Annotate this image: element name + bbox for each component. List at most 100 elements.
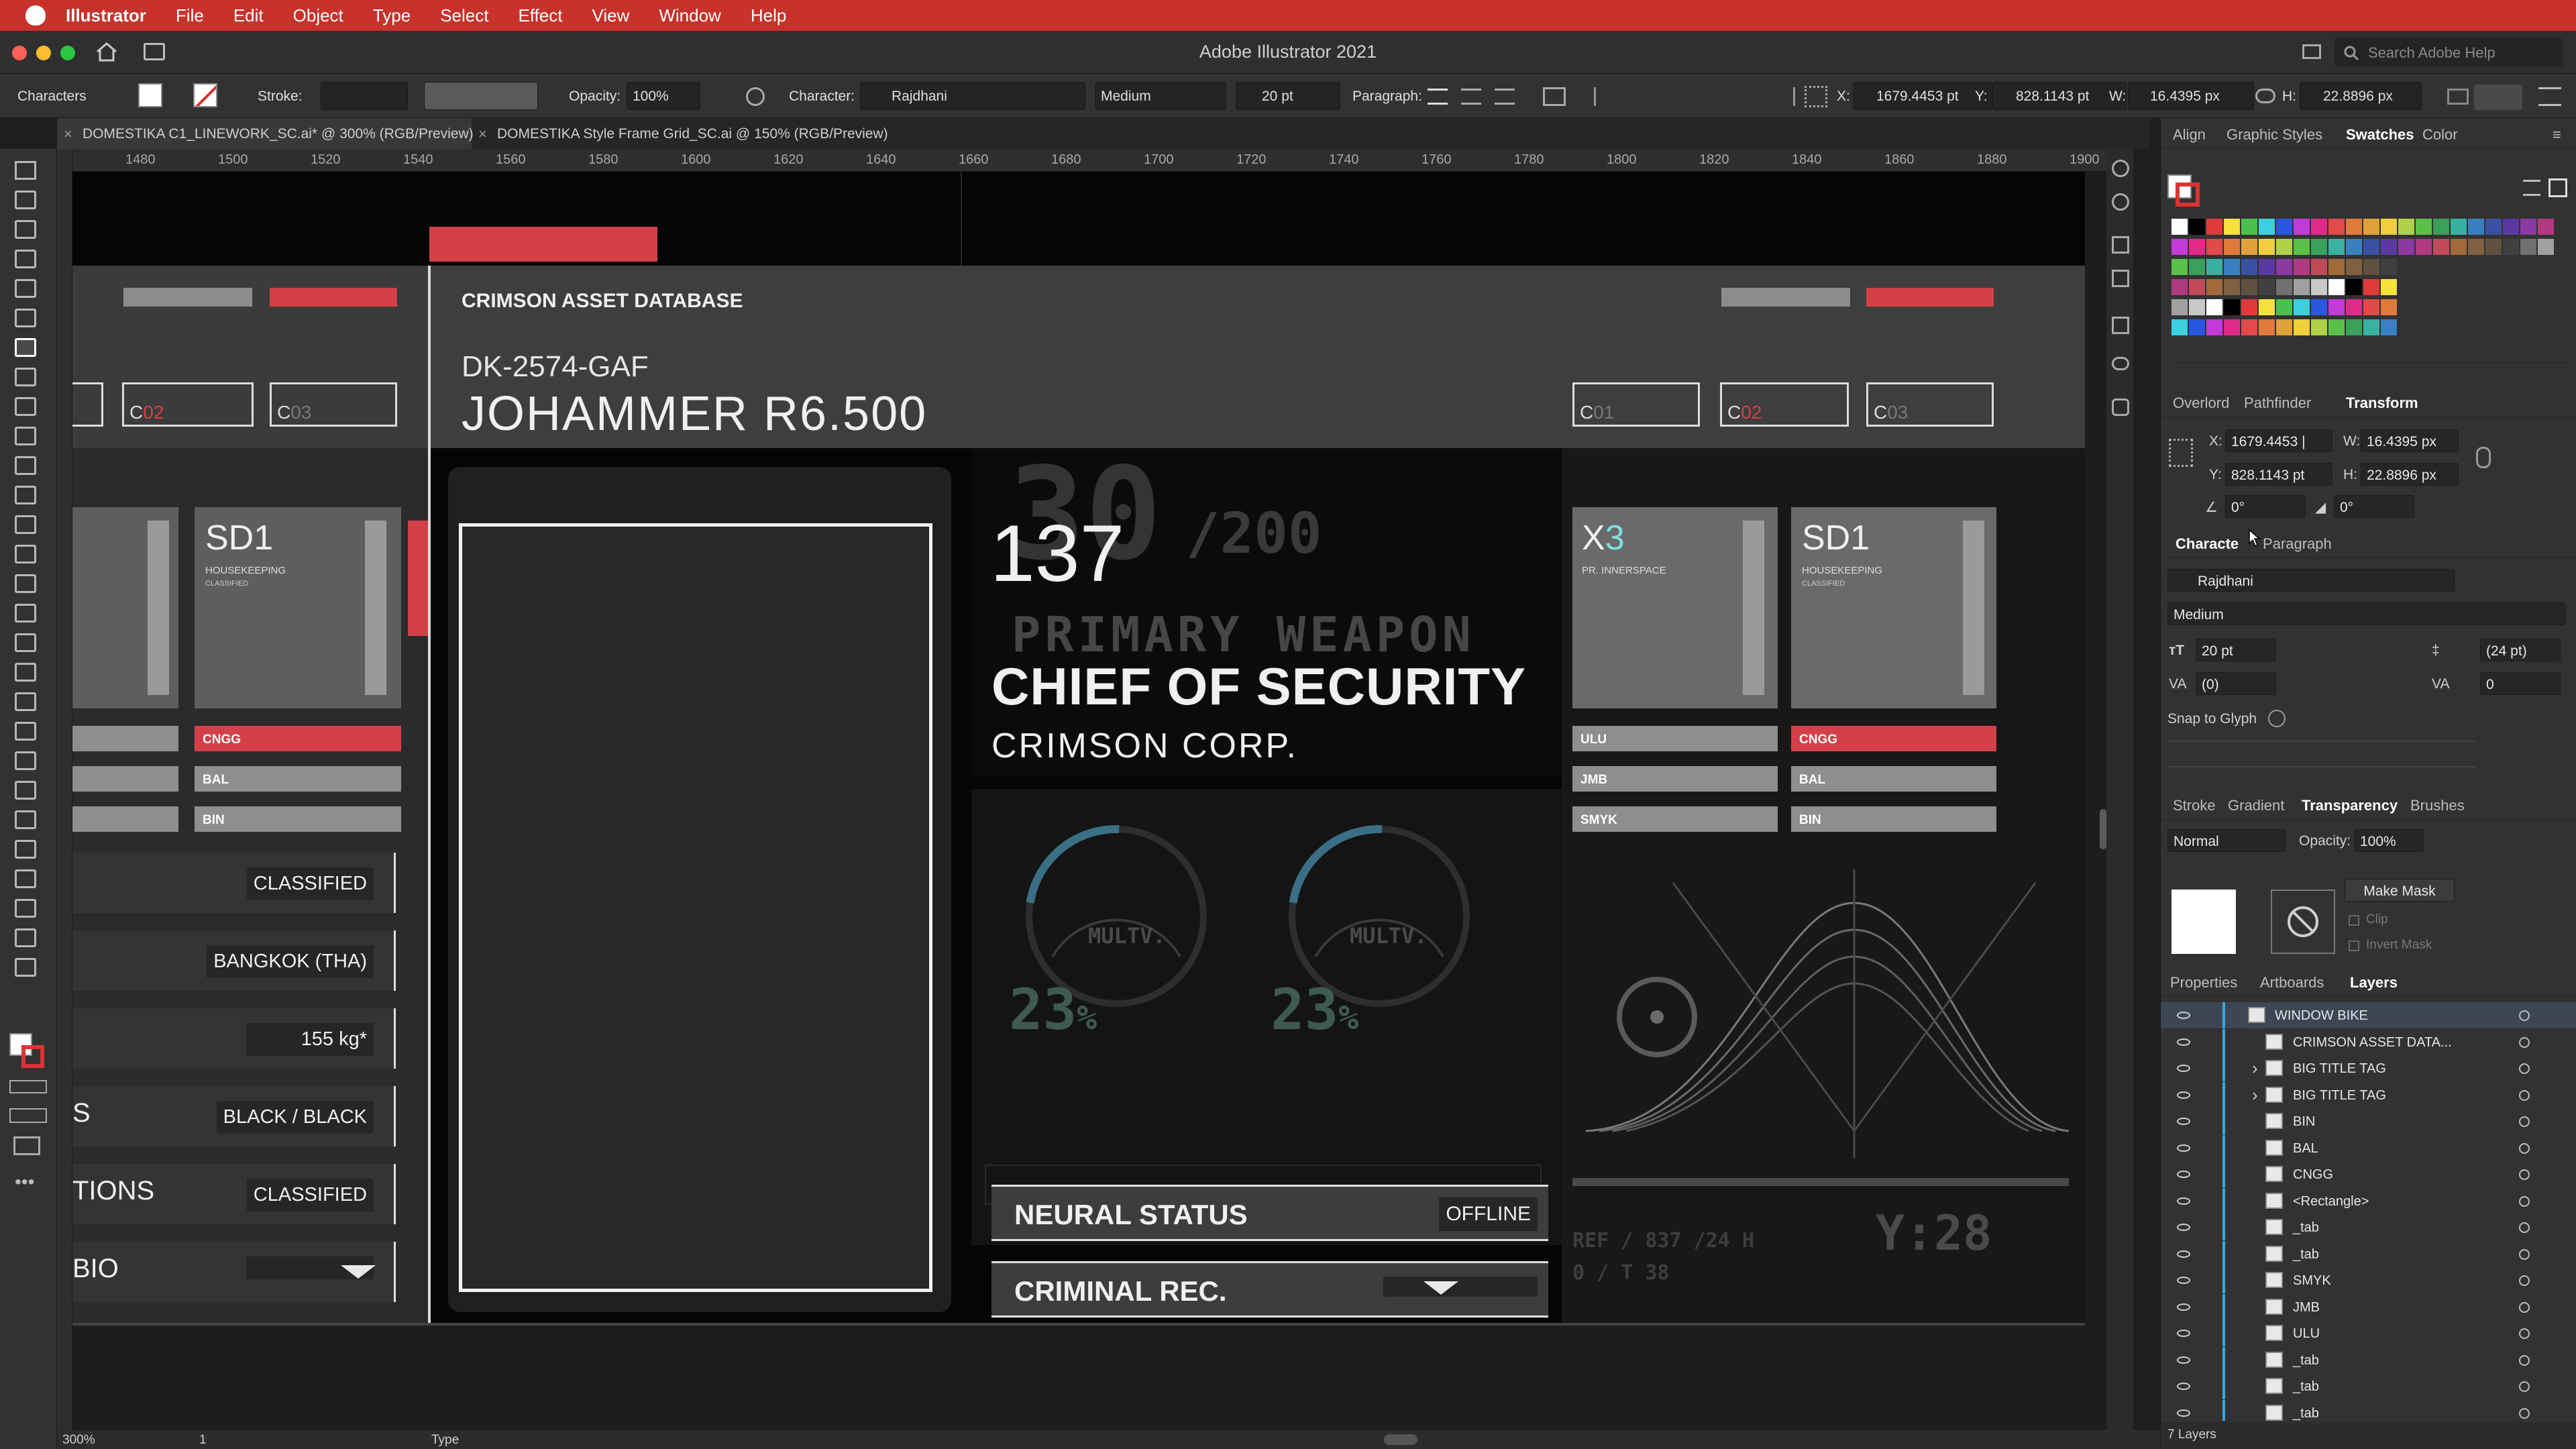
- clip-checkbox[interactable]: [2349, 915, 2359, 926]
- target-circle-icon[interactable]: [2519, 1354, 2530, 1366]
- color-swatch[interactable]: [2346, 299, 2362, 315]
- color-swatch[interactable]: [2294, 239, 2310, 255]
- color-swatch[interactable]: [2241, 299, 2257, 315]
- visibility-eye-icon[interactable]: [2177, 1303, 2190, 1311]
- color-swatch[interactable]: [2328, 239, 2345, 255]
- color-swatch[interactable]: [2328, 319, 2345, 335]
- color-swatch[interactable]: [2259, 259, 2275, 275]
- color-swatch[interactable]: [2189, 259, 2205, 275]
- tab-paragraph[interactable]: Paragraph: [2263, 535, 2332, 553]
- color-swatch[interactable]: [2328, 279, 2345, 295]
- reference-point-icon[interactable]: [1805, 86, 1827, 107]
- tab-swatches[interactable]: Swatches: [2346, 126, 2414, 144]
- h-field[interactable]: 22.8896 px: [2300, 82, 2422, 110]
- layer-row[interactable]: _tab: [2161, 1346, 2576, 1373]
- direct-selection-tool-icon[interactable]: [15, 191, 36, 209]
- pen-tool-icon[interactable]: [15, 279, 36, 298]
- color-swatch[interactable]: [2259, 279, 2275, 295]
- export-icon[interactable]: [2112, 317, 2129, 334]
- variable-width-profile[interactable]: [424, 82, 538, 110]
- menu-window[interactable]: Window: [659, 5, 720, 26]
- color-swatch[interactable]: [2241, 219, 2257, 235]
- color-swatch[interactable]: [2294, 259, 2310, 275]
- canvas-area[interactable]: C02 C03 SD1 HOUSEKEEPING CLASSIFIED CNGG…: [72, 172, 2106, 1430]
- swatch-stroke-icon[interactable]: [2176, 182, 2200, 207]
- color-swatch[interactable]: [2416, 239, 2432, 255]
- color-swatch[interactable]: [2538, 239, 2554, 255]
- snap-glyph-options[interactable]: [2167, 741, 2476, 767]
- layer-row-parent[interactable]: WINDOW BIKE: [2161, 1002, 2576, 1028]
- arrange-documents-icon[interactable]: [2474, 85, 2522, 110]
- symbol-sprayer-tool-icon[interactable]: [15, 810, 36, 829]
- menu-type[interactable]: Type: [373, 5, 411, 26]
- align-objects-group[interactable]: [1594, 87, 1795, 106]
- color-swatch[interactable]: [2311, 219, 2327, 235]
- curvature-tool-icon[interactable]: [15, 309, 36, 327]
- tab-align[interactable]: Align: [2173, 126, 2206, 144]
- color-swatch[interactable]: [2433, 219, 2449, 235]
- tab-linework[interactable]: × DOMESTIKA C1_LINEWORK_SC.ai* @ 300% (R…: [57, 118, 474, 149]
- horizontal-ruler[interactable]: 1480 1500 1520 1540 1560 1580 1600 1620 …: [72, 149, 2106, 172]
- fill-swatch[interactable]: [138, 83, 162, 107]
- color-swatch[interactable]: [2189, 299, 2205, 315]
- target-circle-icon[interactable]: [2519, 1116, 2530, 1127]
- font-family-field[interactable]: Rajdhani: [2167, 569, 2455, 592]
- close-tab-icon[interactable]: ×: [64, 125, 72, 143]
- color-swatch[interactable]: [2241, 259, 2257, 275]
- color-swatch[interactable]: [2276, 279, 2292, 295]
- edit-toolbar-icon[interactable]: •••: [15, 1171, 34, 1193]
- color-swatch[interactable]: [2381, 319, 2397, 335]
- color-swatch[interactable]: [2363, 319, 2379, 335]
- expand-chevron-icon[interactable]: ›: [2252, 1058, 2258, 1079]
- target-circle-icon[interactable]: [2519, 1089, 2530, 1101]
- color-swatch[interactable]: [2276, 239, 2292, 255]
- layer-name[interactable]: BIN: [2293, 1114, 2315, 1130]
- menu-edit[interactable]: Edit: [233, 5, 264, 26]
- color-swatch[interactable]: [2311, 319, 2327, 335]
- layer-name[interactable]: JMB: [2293, 1300, 2320, 1316]
- perspective-grid-tool-icon[interactable]: [15, 663, 36, 682]
- color-swatch[interactable]: [2416, 219, 2432, 235]
- color-swatch[interactable]: [2485, 239, 2502, 255]
- horizontal-scrollbar[interactable]: [1384, 1434, 1417, 1445]
- tab-overlord[interactable]: Overlord: [2173, 394, 2229, 412]
- color-swatch[interactable]: [2224, 299, 2240, 315]
- stroke-swatch[interactable]: [193, 83, 217, 107]
- menu-help[interactable]: Help: [751, 5, 786, 26]
- free-transform-tool-icon[interactable]: [15, 604, 36, 623]
- color-swatch[interactable]: [2189, 319, 2205, 335]
- color-swatch[interactable]: [2189, 239, 2205, 255]
- libraries-icon[interactable]: [2112, 398, 2129, 416]
- visibility-eye-icon[interactable]: [2177, 1038, 2190, 1046]
- link-proportions-icon[interactable]: [2476, 447, 2491, 468]
- color-swatch[interactable]: [2241, 319, 2257, 335]
- layer-row[interactable]: _tab: [2161, 1373, 2576, 1399]
- layer-name[interactable]: <Rectangle>: [2293, 1194, 2369, 1210]
- target-circle-icon[interactable]: [2519, 1010, 2530, 1021]
- color-swatch[interactable]: [2259, 239, 2275, 255]
- visibility-eye-icon[interactable]: [2177, 1171, 2190, 1178]
- gradient-tool-icon[interactable]: [15, 722, 36, 741]
- color-guide-icon[interactable]: [2112, 193, 2129, 211]
- slice-tool-icon[interactable]: [15, 899, 36, 918]
- layer-row[interactable]: CNGG: [2161, 1161, 2576, 1187]
- color-swatch[interactable]: [2346, 279, 2362, 295]
- tab-properties[interactable]: Properties: [2170, 974, 2237, 991]
- color-swatch[interactable]: [2311, 259, 2327, 275]
- color-swatch[interactable]: [2294, 319, 2310, 335]
- color-swatch[interactable]: [2206, 239, 2222, 255]
- layer-name[interactable]: CNGG: [2293, 1167, 2333, 1183]
- visibility-eye-icon[interactable]: [2177, 1330, 2190, 1337]
- color-swatch[interactable]: [2381, 299, 2397, 315]
- layer-name[interactable]: _tab: [2293, 1379, 2319, 1395]
- artboard-tool-icon[interactable]: [15, 869, 36, 888]
- layer-row[interactable]: _tab: [2161, 1240, 2576, 1267]
- constrain-proportions-icon[interactable]: [2255, 89, 2275, 103]
- align-left-icon[interactable]: [1428, 89, 1448, 105]
- layer-row[interactable]: _tab: [2161, 1214, 2576, 1240]
- rotate-field[interactable]: 0°: [2225, 495, 2306, 518]
- rotate-tool-icon[interactable]: [15, 515, 36, 534]
- color-swatch[interactable]: [2398, 239, 2414, 255]
- search-help-input[interactable]: Search Adobe Help: [2334, 38, 2563, 67]
- y-field[interactable]: 828.1143 pt: [1992, 82, 2127, 110]
